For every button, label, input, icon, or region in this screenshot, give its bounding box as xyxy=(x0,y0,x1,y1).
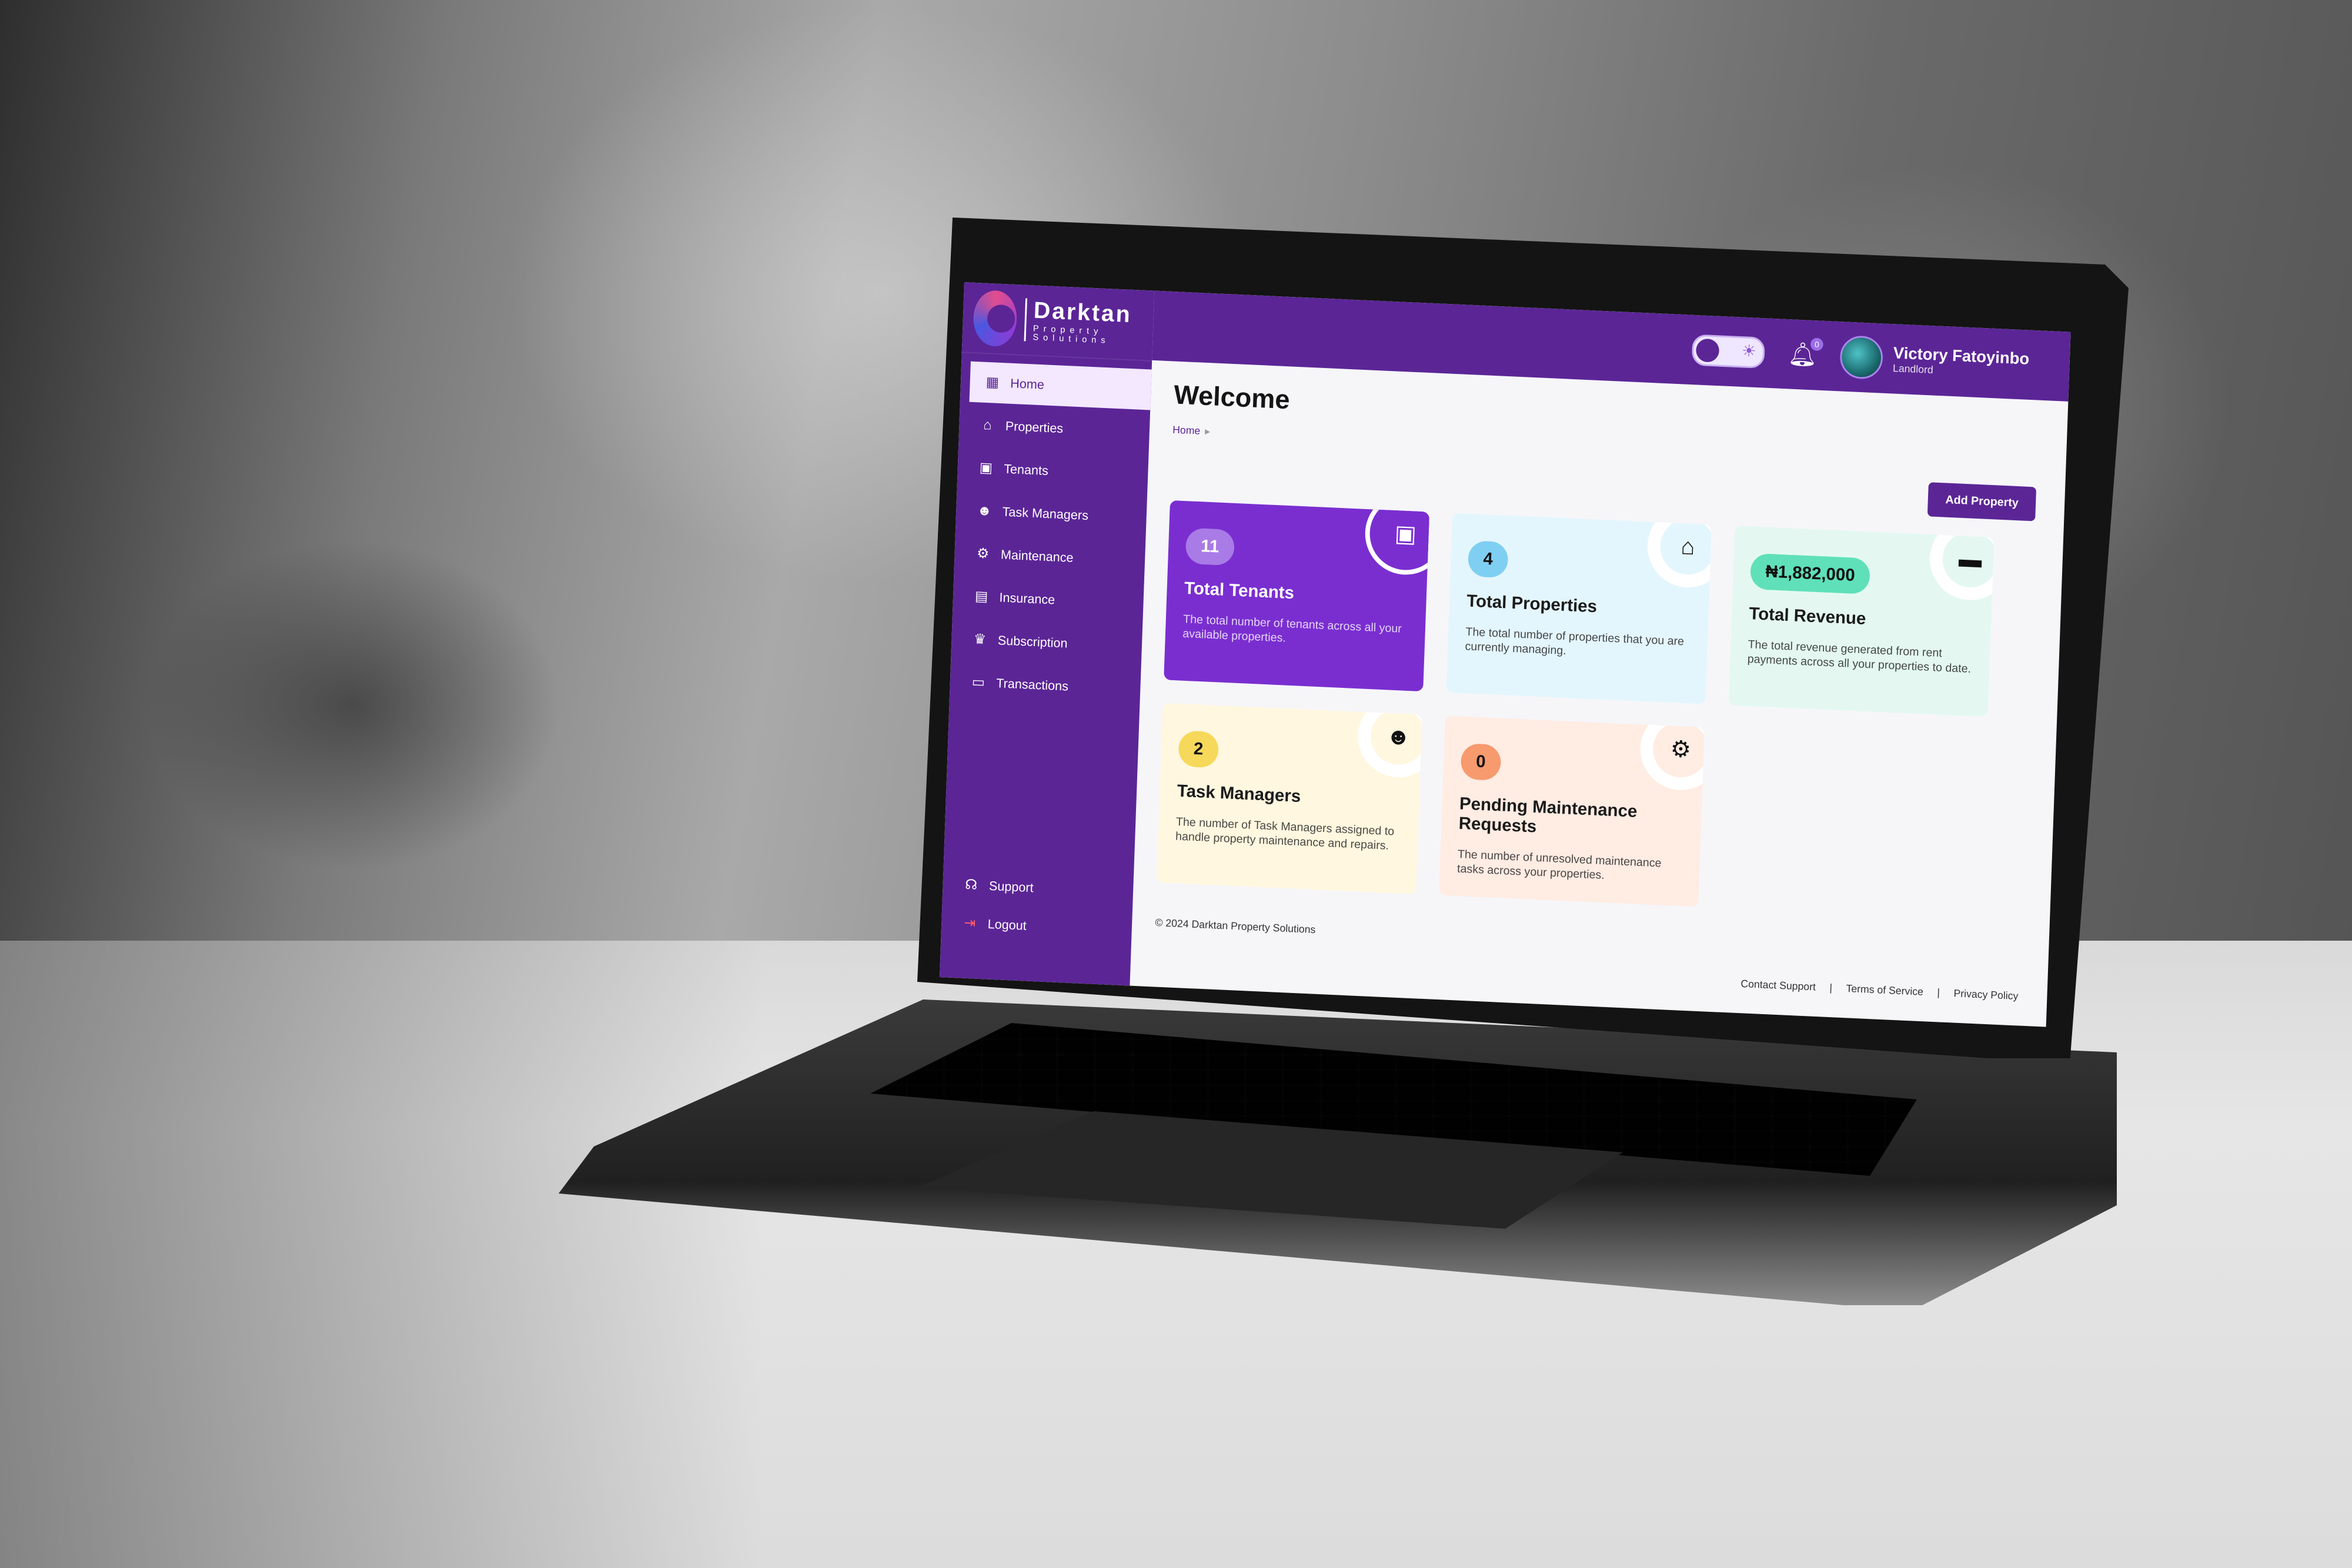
card-description: The total number of tenants across all y… xyxy=(1182,613,1402,645)
logo-text: Darktan Property Solutions xyxy=(1024,297,1154,347)
brand-name: Darktan xyxy=(1033,297,1132,327)
privacy-policy-link[interactable]: Privacy Policy xyxy=(1953,987,2018,1002)
sidebar-item-label: Insurance xyxy=(999,590,1055,607)
sidebar-item-transactions[interactable]: ▭ Transactions xyxy=(950,661,1141,710)
id-card-icon: ▣ xyxy=(979,460,993,476)
notification-badge: 0 xyxy=(1810,337,1824,352)
sidebar-item-label: Support xyxy=(988,878,1034,895)
card-pending-maintenance[interactable]: ⚙ 0 Pending Maintenance Requests The num… xyxy=(1439,716,1705,907)
id-card-icon: ▣ xyxy=(1377,505,1429,563)
sidebar-item-task-managers[interactable]: ☻ Task Managers xyxy=(956,490,1147,539)
stats-cards: ▣ 11 Total Tenants The total number of t… xyxy=(1156,500,2034,907)
theme-toggle[interactable]: ☀ xyxy=(1691,334,1766,369)
sidebar-item-logout[interactable]: ⇥ Logout xyxy=(941,904,1132,949)
divider: | xyxy=(1937,987,1940,999)
card-title: Pending Maintenance Requests xyxy=(1458,794,1638,837)
card-task-managers[interactable]: ☻ 2 Task Managers The number of Task Man… xyxy=(1156,703,1422,894)
sidebar-item-label: Transactions xyxy=(995,676,1069,694)
card-value: 4 xyxy=(1467,540,1509,579)
card-value: 0 xyxy=(1460,743,1502,781)
card-description: The total number of properties that you … xyxy=(1465,625,1685,657)
logo-mark-icon xyxy=(972,289,1018,347)
wallet-icon: ▬ xyxy=(1942,530,1994,589)
sidebar-item-label: Tenants xyxy=(1003,461,1049,478)
card-value: 11 xyxy=(1185,527,1235,566)
sidebar-item-label: Logout xyxy=(987,917,1027,933)
divider: | xyxy=(1829,981,1833,994)
sidebar-item-label: Maintenance xyxy=(1000,547,1074,565)
card-title: Task Managers xyxy=(1177,781,1301,806)
card-total-tenants[interactable]: ▣ 11 Total Tenants The total number of t… xyxy=(1164,500,1429,692)
card-icon-ring: ☻ xyxy=(1357,703,1422,780)
desk-shadow xyxy=(0,941,764,1568)
sidebar-item-properties[interactable]: ⌂ Properties xyxy=(958,404,1150,453)
add-property-button[interactable]: Add Property xyxy=(1927,482,2037,521)
main-area: ☀ 🔔︎ 0 Victory Fatoyinbo Landlord Welcom… xyxy=(1130,290,2071,1027)
sidebar-item-tenants[interactable]: ▣ Tenants xyxy=(957,447,1149,496)
card-description: The number of unresolved maintenance tas… xyxy=(1456,848,1662,882)
sidebar-item-label: Properties xyxy=(1005,419,1064,436)
app-screen: Darktan Property Solutions ▦ Home ⌂ Prop… xyxy=(940,282,2071,1027)
sun-icon: ☀ xyxy=(1741,341,1757,360)
avatar xyxy=(1839,335,1884,380)
user-gear-icon: ☻ xyxy=(977,502,993,519)
crown-icon: ♛ xyxy=(973,631,987,648)
breadcrumb-home[interactable]: Home xyxy=(1172,424,1201,437)
house-icon: ⌂ xyxy=(983,417,993,433)
house-icon: ⌂ xyxy=(1659,517,1712,576)
sidebar-item-maintenance[interactable]: ⚙ Maintenance xyxy=(954,533,1145,582)
sidebar-item-support[interactable]: ☊ Support xyxy=(943,866,1134,911)
user-gear-icon: ☻ xyxy=(1369,707,1422,766)
sidebar-item-insurance[interactable]: ▤ Insurance xyxy=(953,575,1144,624)
footer-links: Contact Support | Terms of Service | Pri… xyxy=(1740,978,2019,1002)
card-value: 2 xyxy=(1178,730,1219,768)
brand-logo[interactable]: Darktan Property Solutions xyxy=(961,282,1155,362)
headset-icon: ☊ xyxy=(964,877,978,893)
gear-icon: ⚙ xyxy=(1652,720,1705,779)
sidebar-bottom: ☊ Support ⇥ Logout xyxy=(941,866,1134,951)
brand-tagline: Property Solutions xyxy=(1033,323,1110,346)
card-title: Total Tenants xyxy=(1184,579,1295,603)
card-title: Total Properties xyxy=(1466,591,1598,617)
logout-icon: ⇥ xyxy=(964,915,976,931)
wallet-icon: ▭ xyxy=(971,674,985,691)
card-total-revenue[interactable]: ▬ ₦1,882,000 Total Revenue The total rev… xyxy=(1728,526,1994,717)
sidebar-item-label: Task Managers xyxy=(1002,504,1089,523)
notification-button[interactable]: 🔔︎ 0 xyxy=(1788,337,1824,368)
sidebar-item-subscription[interactable]: ♛ Subscription xyxy=(951,618,1142,667)
sidebar-item-home[interactable]: ▦ Home xyxy=(969,361,1152,410)
card-description: The total revenue generated from rent pa… xyxy=(1747,638,1972,676)
user-menu[interactable]: Victory Fatoyinbo Landlord xyxy=(1839,335,2030,386)
card-title: Total Revenue xyxy=(1748,604,1866,628)
sidebar-item-label: Home xyxy=(1010,376,1045,392)
card-icon-ring: ▣ xyxy=(1364,500,1429,577)
card-icon-ring: ▬ xyxy=(1928,526,1994,602)
card-description: The number of Task Managers assigned to … xyxy=(1175,815,1395,852)
gear-icon: ⚙ xyxy=(976,545,990,562)
contact-support-link[interactable]: Contact Support xyxy=(1740,978,1816,993)
grid-icon: ▦ xyxy=(985,374,1000,391)
card-total-properties[interactable]: ⌂ 4 Total Properties The total number of… xyxy=(1446,513,1712,704)
chevron-right-icon: ▸ xyxy=(1204,425,1211,437)
document-icon: ▤ xyxy=(974,588,988,605)
toggle-knob xyxy=(1696,338,1720,363)
card-icon-ring: ⚙ xyxy=(1639,716,1705,792)
terms-of-service-link[interactable]: Terms of Service xyxy=(1846,982,1923,998)
card-icon-ring: ⌂ xyxy=(1646,513,1712,590)
card-value: ₦1,882,000 xyxy=(1750,553,1871,594)
sidebar-nav: ▦ Home ⌂ Properties ▣ Tenants ☻ Task Man… xyxy=(950,353,1152,710)
sidebar: Darktan Property Solutions ▦ Home ⌂ Prop… xyxy=(940,282,1155,986)
copyright-text: © 2024 Darktan Property Solutions xyxy=(1155,917,1316,936)
sidebar-item-label: Subscription xyxy=(997,633,1068,651)
